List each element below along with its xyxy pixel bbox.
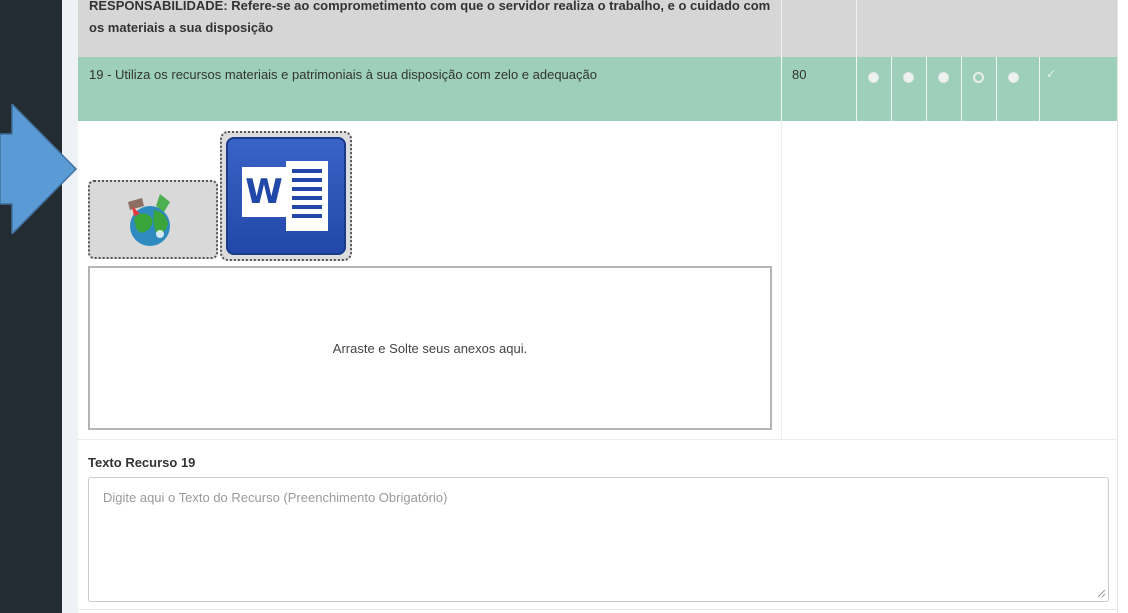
resource-text-field[interactable] [88, 477, 1109, 602]
empty-cell [782, 121, 1117, 439]
section-header-row: RESPONSABILIDADE: Refere-se ao compromet… [78, 0, 1117, 57]
column-divider [856, 57, 857, 121]
column-divider [891, 57, 892, 121]
column-divider [996, 57, 997, 121]
evaluation-table: RESPONSABILIDADE: Refere-se ao compromet… [78, 0, 1117, 613]
content-gutter [62, 0, 78, 613]
attachment-thumbnail[interactable]: W [220, 131, 352, 261]
page-edge [1117, 0, 1128, 613]
rating-option-1[interactable] [868, 72, 879, 83]
column-divider [926, 57, 927, 121]
rating-option-3[interactable] [938, 72, 949, 83]
attachment-thumbnail[interactable] [88, 180, 218, 259]
microsoft-word-icon: W [226, 137, 346, 255]
row-divider [78, 439, 1117, 440]
resource-text-label: Texto Recurso 19 [88, 455, 196, 470]
attachment-cell: W Arraste e Solte seus anexos aqui. [78, 121, 782, 439]
file-dropzone[interactable]: Arraste e Solte seus anexos aqui. [88, 266, 772, 430]
sidebar [0, 0, 62, 613]
row-divider [78, 609, 1117, 610]
document-lines-icon [286, 161, 328, 231]
column-divider [781, 57, 782, 121]
arrow-right-icon [0, 104, 78, 234]
column-divider [781, 0, 782, 57]
column-divider [1039, 57, 1040, 121]
section-title: RESPONSABILIDADE: Refere-se ao compromet… [89, 0, 771, 35]
dropzone-text: Arraste e Solte seus anexos aqui. [332, 340, 528, 356]
rating-option-2[interactable] [903, 72, 914, 83]
globe-map-icon [128, 194, 170, 246]
column-divider [856, 0, 857, 57]
question-score: 80 [792, 67, 807, 82]
question-row: 19 - Utiliza os recursos materiais e pat… [78, 57, 1117, 121]
rating-option-5[interactable] [1008, 72, 1019, 83]
column-divider [961, 57, 962, 121]
question-text: 19 - Utiliza os recursos materiais e pat… [89, 67, 597, 82]
resize-handle-icon[interactable] [1096, 588, 1106, 598]
check-icon[interactable]: ✓ [1046, 67, 1056, 81]
rating-option-4[interactable] [973, 72, 984, 83]
word-letter: W [242, 167, 286, 217]
